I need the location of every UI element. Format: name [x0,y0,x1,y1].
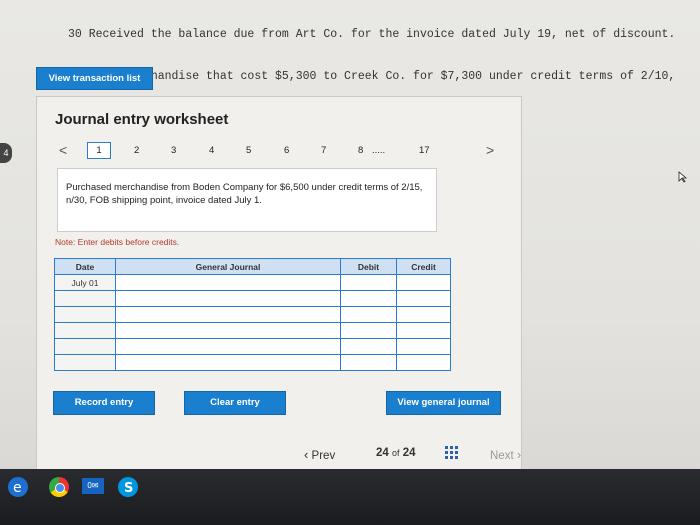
pager-page[interactable]: 4 [209,145,214,156]
debit-input[interactable] [340,306,397,323]
credit-input[interactable] [396,306,451,323]
credit-input[interactable] [396,274,451,291]
account-input[interactable] [115,354,341,371]
account-input[interactable] [115,306,341,323]
problem-line: 30 Received the balance due from Art Co.… [68,28,676,41]
pager-prev-icon[interactable]: < [59,142,67,158]
account-input[interactable] [115,290,341,307]
table-row [54,354,451,371]
chrome-icon[interactable] [49,477,69,497]
record-entry-button[interactable]: Record entry [53,391,155,415]
clear-entry-button[interactable]: Clear entry [184,391,286,415]
date-cell[interactable] [54,354,116,371]
pager-page[interactable]: 7 [321,145,326,156]
prev-label: Prev [311,450,336,462]
mouse-cursor-icon [678,170,688,183]
header-general-journal: General Journal [115,258,341,275]
pager-page[interactable]: 17 [419,145,430,156]
account-input[interactable] [115,274,341,291]
account-input[interactable] [115,322,341,339]
date-cell[interactable] [54,306,116,323]
worksheet-title: Journal entry worksheet [55,111,229,128]
svg-text:S: S [124,481,133,496]
next-label: Next [490,450,514,462]
pager-page[interactable]: 2 [134,145,139,156]
outlook-icon[interactable]: 0✉ [82,478,104,494]
page-indicator: 24 of 24 [376,447,416,459]
note-text: Note: Enter debits before credits. [55,237,180,247]
transaction-description: Purchased merchandise from Boden Company… [57,168,437,232]
header-debit: Debit [340,258,397,275]
svg-text:e: e [13,480,22,496]
pager-page[interactable]: 1 [87,142,111,159]
pager-page[interactable]: 3 [171,145,176,156]
table-row [54,322,451,339]
view-transaction-list-button[interactable]: View transaction list [36,67,153,90]
of-label: of [392,448,400,458]
problem-line: 31 Sold merchandise that cost $5,300 to … [68,70,676,83]
table-row: July 01 [54,274,451,291]
date-cell[interactable] [54,338,116,355]
header-credit: Credit [396,258,451,275]
journal-table: Date General Journal Debit Credit July 0… [54,258,451,371]
credit-input[interactable] [396,354,451,371]
date-cell[interactable]: July 01 [54,274,116,291]
chevron-left-icon: ‹ [304,447,309,462]
skype-icon[interactable]: S [118,477,138,497]
date-cell[interactable] [54,290,116,307]
credit-input[interactable] [396,322,451,339]
total-pages: 24 [402,447,416,459]
view-general-journal-button[interactable]: View general journal [386,391,501,415]
debit-input[interactable] [340,354,397,371]
pager-ellipsis: ..... [372,145,386,156]
edge-icon[interactable]: e [8,477,28,497]
current-page: 24 [376,447,389,459]
description-text: Purchased merchandise from Boden Company… [66,182,423,206]
table-row [54,338,451,355]
chevron-right-icon: › [516,447,522,462]
account-input[interactable] [115,338,341,355]
credit-input[interactable] [396,338,451,355]
pager-page[interactable]: 5 [246,145,251,156]
prev-button[interactable]: ‹ Prev [304,447,335,462]
entry-pager: < 1 2 3 4 5 6 7 8 ..... 17 > [52,139,502,163]
pager-next-icon[interactable]: > [486,142,494,158]
next-button[interactable]: Next › [490,447,521,462]
pager-page[interactable]: 8 [358,145,363,156]
credit-input[interactable] [396,290,451,307]
debit-input[interactable] [340,274,397,291]
debit-input[interactable] [340,290,397,307]
table-row [54,290,451,307]
journal-header-row: Date General Journal Debit Credit [54,258,451,275]
table-row [54,306,451,323]
date-cell[interactable] [54,322,116,339]
debit-input[interactable] [340,338,397,355]
edge-tab[interactable]: 4 [0,143,12,163]
pager-page[interactable]: 6 [284,145,289,156]
debit-input[interactable] [340,322,397,339]
taskbar: e 0✉ S [0,469,700,525]
header-date: Date [54,258,116,275]
grid-icon[interactable] [445,446,458,459]
